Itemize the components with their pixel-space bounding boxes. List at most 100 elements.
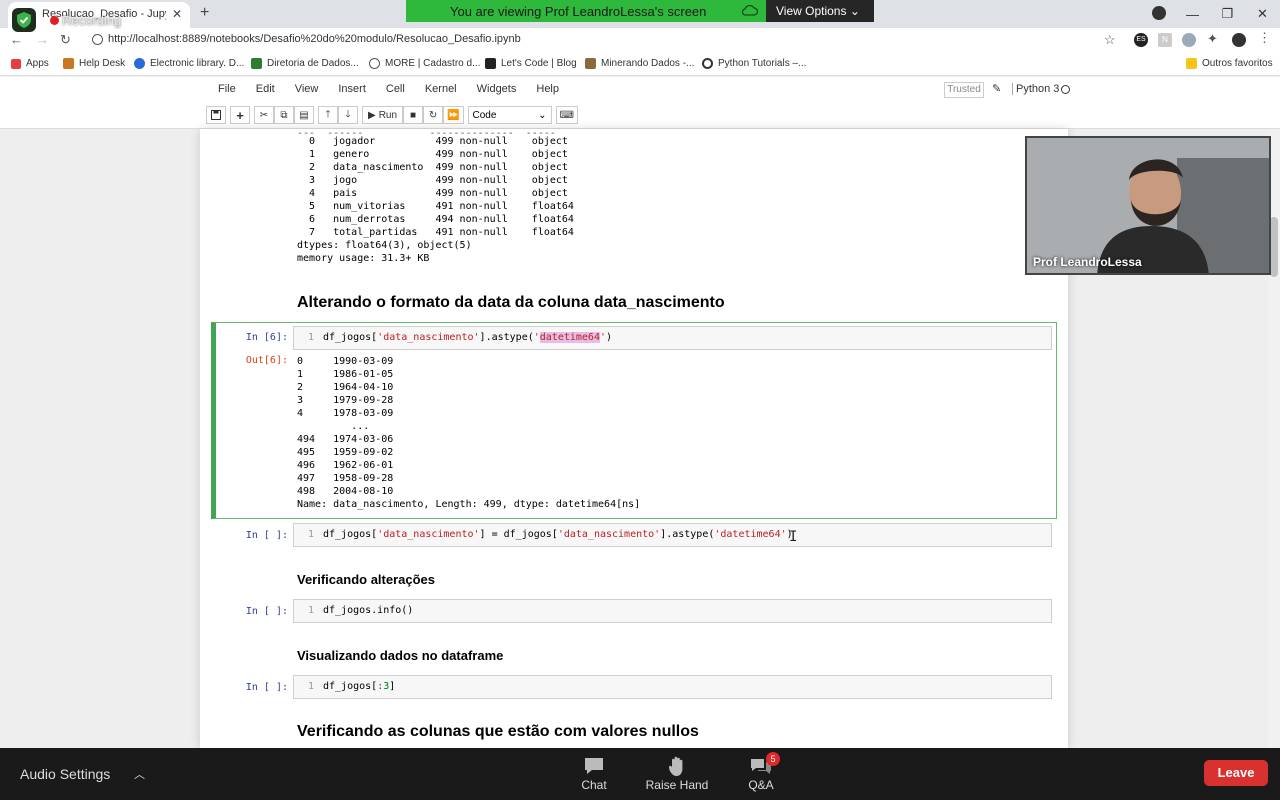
menu-cell[interactable]: Cell: [376, 83, 415, 95]
site-info-icon[interactable]: [92, 34, 103, 45]
bookmark-minerando[interactable]: Minerando Dados -...: [585, 58, 694, 69]
profile-menu-icon[interactable]: [1152, 6, 1166, 20]
menu-view[interactable]: View: [285, 83, 329, 95]
menu-kernel[interactable]: Kernel: [415, 83, 467, 95]
code-token: df_jogos[: [323, 529, 378, 540]
raise-hand-button[interactable]: Raise Hand: [642, 754, 712, 792]
raise-hand-label: Raise Hand: [645, 778, 709, 792]
paste-icon[interactable]: ▤: [294, 106, 314, 124]
code-cell-input[interactable]: 1 df_jogos[:3]: [293, 675, 1052, 699]
lets-code-icon: [485, 58, 496, 69]
move-down-icon[interactable]: 🡓: [338, 106, 358, 124]
view-options-button[interactable]: View Options ⌄: [766, 0, 874, 22]
recording-dot-icon: [50, 16, 59, 25]
python-tutorials-icon: [702, 58, 713, 69]
help-desk-icon: [63, 58, 74, 69]
qa-button[interactable]: 5 Q&A: [726, 752, 796, 792]
extension-n-icon[interactable]: N: [1158, 33, 1172, 47]
trusted-badge[interactable]: Trusted: [944, 82, 984, 98]
code-cell-input[interactable]: 1 df_jogos.info(): [293, 599, 1052, 623]
restore-icon[interactable]: ❐: [1210, 6, 1245, 22]
input-prompt: In [6]:: [245, 332, 288, 343]
reload-icon[interactable]: ↻: [60, 32, 71, 48]
bookmark-label: MORE | Cadastro d...: [385, 58, 481, 69]
chevron-up-icon[interactable]: ︿: [134, 766, 145, 782]
kernel-status-icon: [1061, 85, 1070, 94]
cut-icon[interactable]: ✂: [254, 106, 274, 124]
new-tab-icon[interactable]: +: [200, 4, 209, 22]
address-bar: ← → ↻ http://localhost:8889/notebooks/De…: [0, 28, 1280, 52]
window-controls: — ❐ ✕: [1175, 0, 1280, 28]
speaker-name: Prof LeandroLessa: [1033, 255, 1142, 269]
share-message-text: You are viewing Prof LeandroLessa's scre…: [450, 3, 707, 19]
url-field[interactable]: http://localhost:8889/notebooks/Desafio%…: [108, 33, 521, 45]
bookmark-label: Apps: [26, 58, 49, 69]
heading-colunas-nullos: Verificando as colunas que estão com val…: [297, 723, 699, 740]
code-string: 'datetime64': [714, 529, 787, 540]
menu-insert[interactable]: Insert: [328, 83, 376, 95]
notebook-container: --- ------ -------------- ----- 0 jogado…: [200, 129, 1068, 749]
audio-settings-button[interactable]: Audio Settings: [20, 766, 110, 782]
bookmark-python-tutorials[interactable]: Python Tutorials –...: [702, 58, 806, 69]
meeting-controls-bar: Audio Settings ︿ Chat Raise Hand 5 Q&A L…: [0, 748, 1280, 800]
chevron-down-icon: ⌄: [538, 109, 547, 121]
speaker-video[interactable]: Prof LeandroLessa: [1025, 136, 1271, 275]
screen-share-banner: You are viewing Prof LeandroLessa's scre…: [406, 0, 874, 22]
code-cell-input[interactable]: 1 df_jogos['data_nascimento'].astype('da…: [293, 326, 1052, 350]
menu-help[interactable]: Help: [526, 83, 569, 95]
line-number: 1: [307, 529, 314, 540]
menu-file[interactable]: File: [208, 83, 246, 95]
code-cell-input[interactable]: 1 df_jogos['data_nascimento'] = df_jogos…: [293, 523, 1052, 547]
add-cell-icon[interactable]: +: [230, 106, 250, 124]
output-prompt: Out[6]:: [245, 355, 288, 366]
forward-icon[interactable]: →: [36, 32, 49, 47]
code-token: ].astype(: [479, 332, 534, 343]
move-up-icon[interactable]: 🡑: [318, 106, 338, 124]
menu-widgets[interactable]: Widgets: [467, 83, 527, 95]
bookmark-more[interactable]: MORE | Cadastro d...: [369, 58, 480, 69]
stop-icon[interactable]: ■: [403, 106, 424, 124]
bookmark-diretoria[interactable]: Diretoria de Dados...: [251, 58, 359, 69]
code-line: df_jogos['data_nascimento'] = df_jogos['…: [323, 529, 793, 540]
code-string: 'data_nascimento': [377, 332, 480, 343]
leave-button[interactable]: Leave: [1204, 760, 1268, 786]
bookmark-apps[interactable]: Apps: [11, 58, 49, 69]
extension-icon[interactable]: [1182, 33, 1196, 47]
heading-verificando-alteracoes: Verificando alterações: [297, 572, 436, 587]
bookmark-label: Outros favoritos: [1202, 58, 1273, 69]
save-icon[interactable]: [206, 106, 226, 124]
copy-icon[interactable]: ⧉: [274, 106, 294, 124]
minimize-icon[interactable]: —: [1175, 7, 1210, 22]
profile-avatar[interactable]: [1232, 33, 1246, 47]
browser-menu-icon[interactable]: ⋮: [1258, 30, 1272, 45]
bookmark-star-icon[interactable]: ☆: [1104, 32, 1116, 48]
puzzle-icon[interactable]: ✦: [1207, 31, 1221, 46]
edit-group: ✂ ⧉ ▤: [254, 106, 314, 124]
code-string: ': [533, 332, 540, 343]
bookmark-other[interactable]: Outros favoritos: [1186, 58, 1273, 69]
menu-edit[interactable]: Edit: [246, 83, 285, 95]
move-group: 🡑 🡓: [318, 106, 358, 124]
restart-icon[interactable]: ↻: [423, 106, 444, 124]
chat-button[interactable]: Chat: [559, 754, 629, 792]
close-tab-icon[interactable]: ✕: [172, 7, 182, 21]
extension-es-icon[interactable]: ES: [1134, 33, 1148, 47]
back-icon[interactable]: ←: [10, 32, 23, 47]
close-window-icon[interactable]: ✕: [1245, 6, 1280, 22]
code-token: ]: [389, 681, 396, 692]
run-button[interactable]: ▶ Run: [362, 106, 404, 124]
cell-type-select[interactable]: Code ⌄: [467, 106, 552, 124]
scrollbar-thumb[interactable]: [1270, 217, 1278, 277]
menu-bar: File Edit View Insert Cell Kernel Widget…: [208, 83, 569, 95]
line-number: 1: [307, 681, 314, 692]
bookmark-electronic-library[interactable]: Electronic library. D...: [134, 58, 244, 69]
line-number: 1: [307, 332, 314, 343]
run-group: ▶ Run ■ ↻ ⏩: [362, 106, 464, 124]
bookmark-lets-code[interactable]: Let's Code | Blog: [485, 58, 577, 69]
fast-forward-icon[interactable]: ⏩: [443, 106, 464, 124]
bookmark-label: Let's Code | Blog: [501, 58, 577, 69]
bookmark-help-desk[interactable]: Help Desk: [63, 58, 125, 69]
edit-pencil-icon[interactable]: ✎: [992, 82, 1001, 95]
keyboard-icon[interactable]: ⌨: [555, 106, 578, 124]
line-number: 1: [307, 605, 314, 616]
